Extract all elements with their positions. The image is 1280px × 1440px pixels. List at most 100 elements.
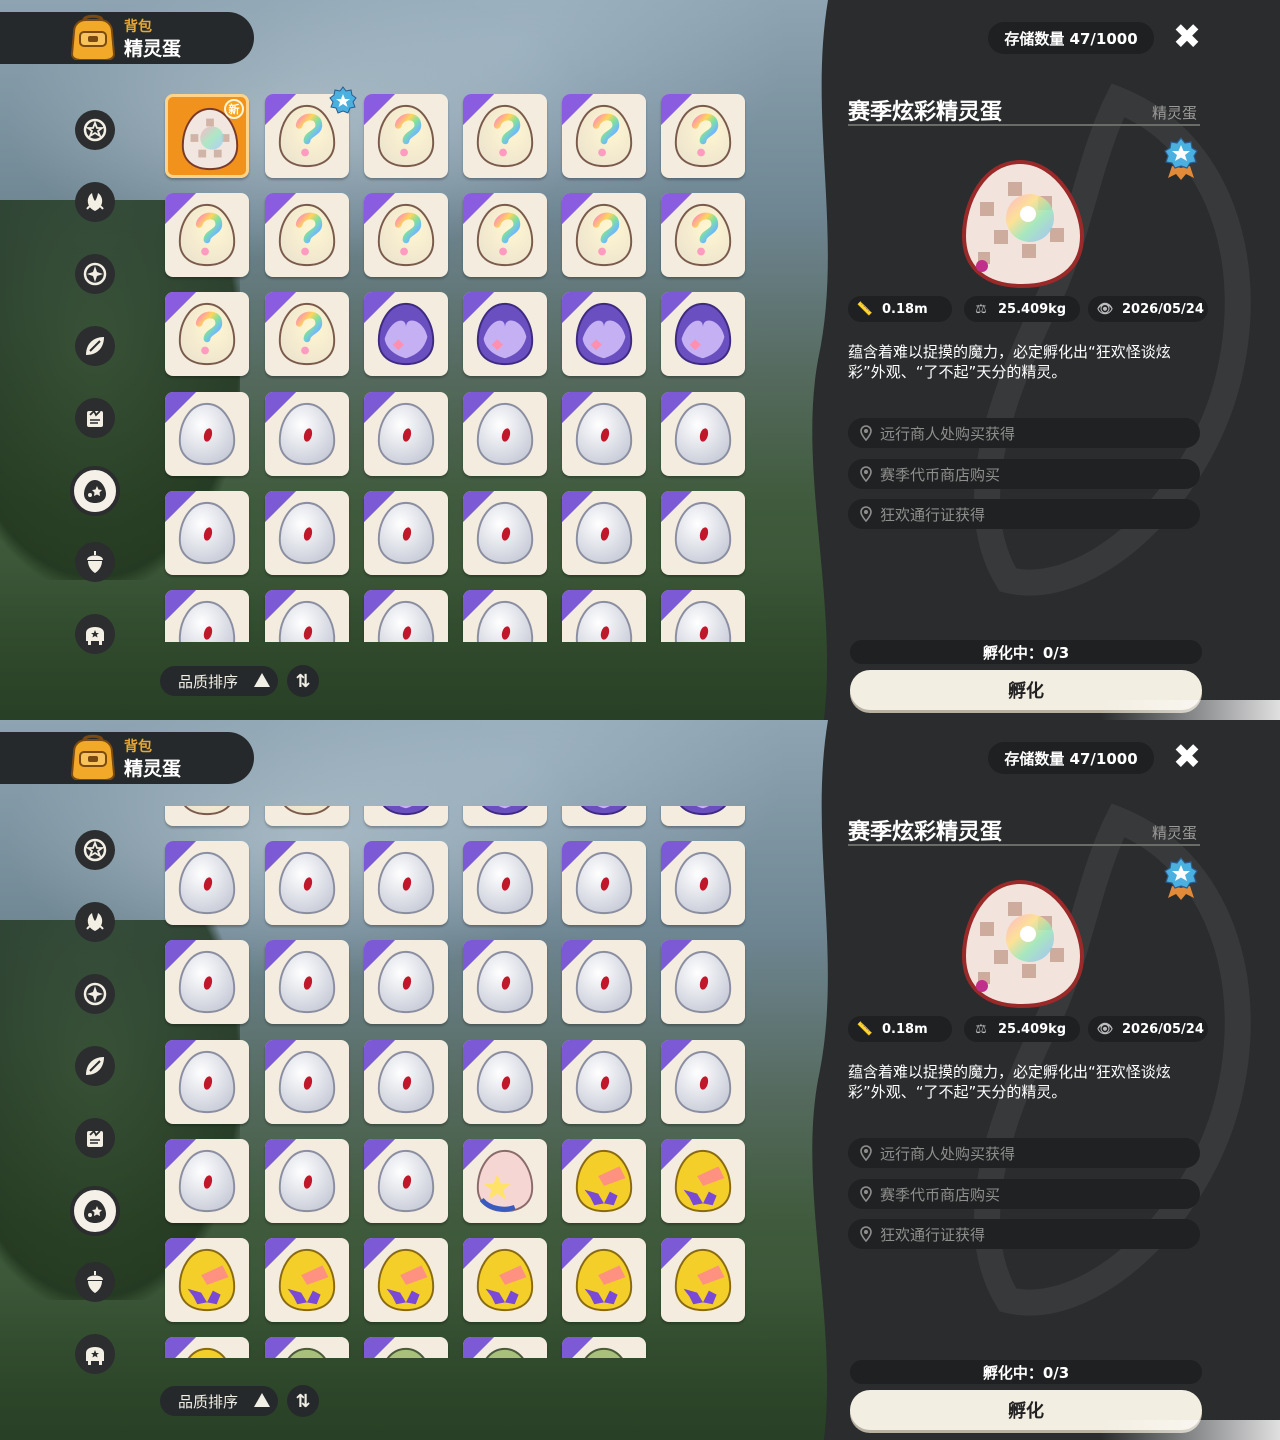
egg-slot[interactable] [661, 806, 745, 826]
egg-slot[interactable] [562, 193, 646, 278]
egg-slot[interactable] [562, 1337, 646, 1358]
egg-slot[interactable] [364, 490, 448, 575]
egg-slot[interactable] [265, 1138, 349, 1223]
egg-slot[interactable] [463, 1337, 547, 1358]
egg-slot[interactable] [364, 841, 448, 926]
egg-slot[interactable] [562, 1039, 646, 1124]
egg-slot[interactable]: 新 [165, 94, 249, 178]
egg-slot[interactable] [463, 1238, 547, 1322]
egg-slot[interactable] [165, 391, 249, 476]
egg-slot[interactable] [562, 292, 646, 377]
egg-slot[interactable] [661, 1039, 745, 1124]
egg-slot[interactable] [364, 391, 448, 476]
egg-slot[interactable] [364, 806, 448, 826]
egg-slot[interactable] [165, 1238, 249, 1322]
egg-slot[interactable] [165, 1138, 249, 1223]
egg-slot[interactable] [661, 94, 745, 178]
source-entry[interactable]: 狂欢通行证获得 [848, 1219, 1200, 1249]
category-tab-leaf[interactable] [75, 182, 115, 222]
egg-slot[interactable] [661, 490, 745, 575]
category-tab-star-badge[interactable] [75, 110, 115, 150]
source-entry[interactable]: 狂欢通行证获得 [848, 499, 1200, 529]
category-tab-egg[interactable] [70, 466, 120, 516]
close-button[interactable]: ✖ [1170, 20, 1204, 54]
egg-slot[interactable] [562, 806, 646, 826]
egg-slot[interactable] [364, 1337, 448, 1358]
egg-slot[interactable] [364, 94, 448, 178]
egg-slot[interactable] [265, 1238, 349, 1322]
category-tab-plant[interactable] [75, 326, 115, 366]
egg-slot[interactable] [463, 590, 547, 642]
egg-slot[interactable] [661, 1138, 745, 1223]
close-button[interactable]: ✖ [1170, 740, 1204, 774]
egg-slot[interactable] [364, 1238, 448, 1322]
egg-slot[interactable] [364, 292, 448, 377]
egg-slot[interactable] [165, 1039, 249, 1124]
egg-slot[interactable] [364, 193, 448, 278]
egg-slot[interactable] [463, 292, 547, 377]
egg-slot[interactable] [562, 590, 646, 642]
category-tab-acorn[interactable] [75, 1262, 115, 1302]
egg-slot[interactable] [165, 940, 249, 1025]
egg-slot[interactable] [265, 841, 349, 926]
egg-slot[interactable] [265, 1337, 349, 1358]
egg-slot[interactable] [463, 841, 547, 926]
egg-slot[interactable] [661, 841, 745, 926]
egg-slot[interactable] [562, 940, 646, 1025]
egg-slot[interactable] [562, 94, 646, 178]
egg-slot[interactable] [165, 1337, 249, 1358]
source-entry[interactable]: 赛季代币商店购买 [848, 1179, 1200, 1209]
category-tab-furniture[interactable] [75, 614, 115, 654]
egg-slot[interactable] [463, 806, 547, 826]
source-entry[interactable]: 赛季代币商店购买 [848, 459, 1200, 489]
egg-slot[interactable] [265, 590, 349, 642]
egg-slot[interactable] [265, 292, 349, 377]
egg-slot[interactable] [165, 490, 249, 575]
egg-slot[interactable] [661, 1238, 745, 1322]
egg-slot[interactable] [364, 590, 448, 642]
egg-slot[interactable] [265, 1039, 349, 1124]
egg-slot[interactable] [463, 391, 547, 476]
egg-slot[interactable] [463, 1138, 547, 1223]
egg-slot[interactable] [165, 292, 249, 377]
sort-direction-button[interactable]: ⇅ [287, 665, 319, 697]
egg-slot[interactable] [364, 940, 448, 1025]
egg-slot[interactable] [165, 806, 249, 826]
egg-slot[interactable] [661, 292, 745, 377]
egg-slot[interactable] [562, 490, 646, 575]
egg-slot[interactable] [265, 940, 349, 1025]
category-tab-plant[interactable] [75, 1046, 115, 1086]
egg-slot[interactable] [265, 193, 349, 278]
source-entry[interactable]: 远行商人处购买获得 [848, 1138, 1200, 1168]
egg-slot[interactable] [463, 193, 547, 278]
category-tab-sparkle[interactable] [75, 974, 115, 1014]
category-tab-star-badge[interactable] [75, 830, 115, 870]
egg-slot[interactable] [661, 590, 745, 642]
egg-slot[interactable] [463, 940, 547, 1025]
egg-slot[interactable] [265, 806, 349, 826]
egg-slot[interactable] [562, 1138, 646, 1223]
sort-direction-button[interactable]: ⇅ [287, 1385, 319, 1417]
egg-slot[interactable] [562, 1238, 646, 1322]
category-tab-furniture[interactable] [75, 1334, 115, 1374]
egg-slot[interactable] [463, 94, 547, 178]
egg-slot[interactable] [661, 391, 745, 476]
category-tab-acorn[interactable] [75, 542, 115, 582]
category-tab-sparkle[interactable] [75, 254, 115, 294]
egg-slot[interactable] [265, 391, 349, 476]
category-tab-egg[interactable] [70, 1186, 120, 1236]
source-entry[interactable]: 远行商人处购买获得 [848, 418, 1200, 448]
quality-sort-button[interactable]: 品质排序 [160, 1386, 278, 1416]
egg-slot[interactable] [265, 490, 349, 575]
egg-slot[interactable] [562, 841, 646, 926]
category-tab-book[interactable] [75, 1118, 115, 1158]
egg-slot[interactable] [364, 1138, 448, 1223]
egg-slot[interactable] [562, 391, 646, 476]
egg-slot[interactable] [463, 490, 547, 575]
egg-slot[interactable] [463, 1039, 547, 1124]
egg-slot[interactable] [661, 940, 745, 1025]
egg-slot[interactable] [364, 1039, 448, 1124]
category-tab-leaf[interactable] [75, 902, 115, 942]
egg-slot[interactable] [661, 193, 745, 278]
egg-slot[interactable] [165, 841, 249, 926]
